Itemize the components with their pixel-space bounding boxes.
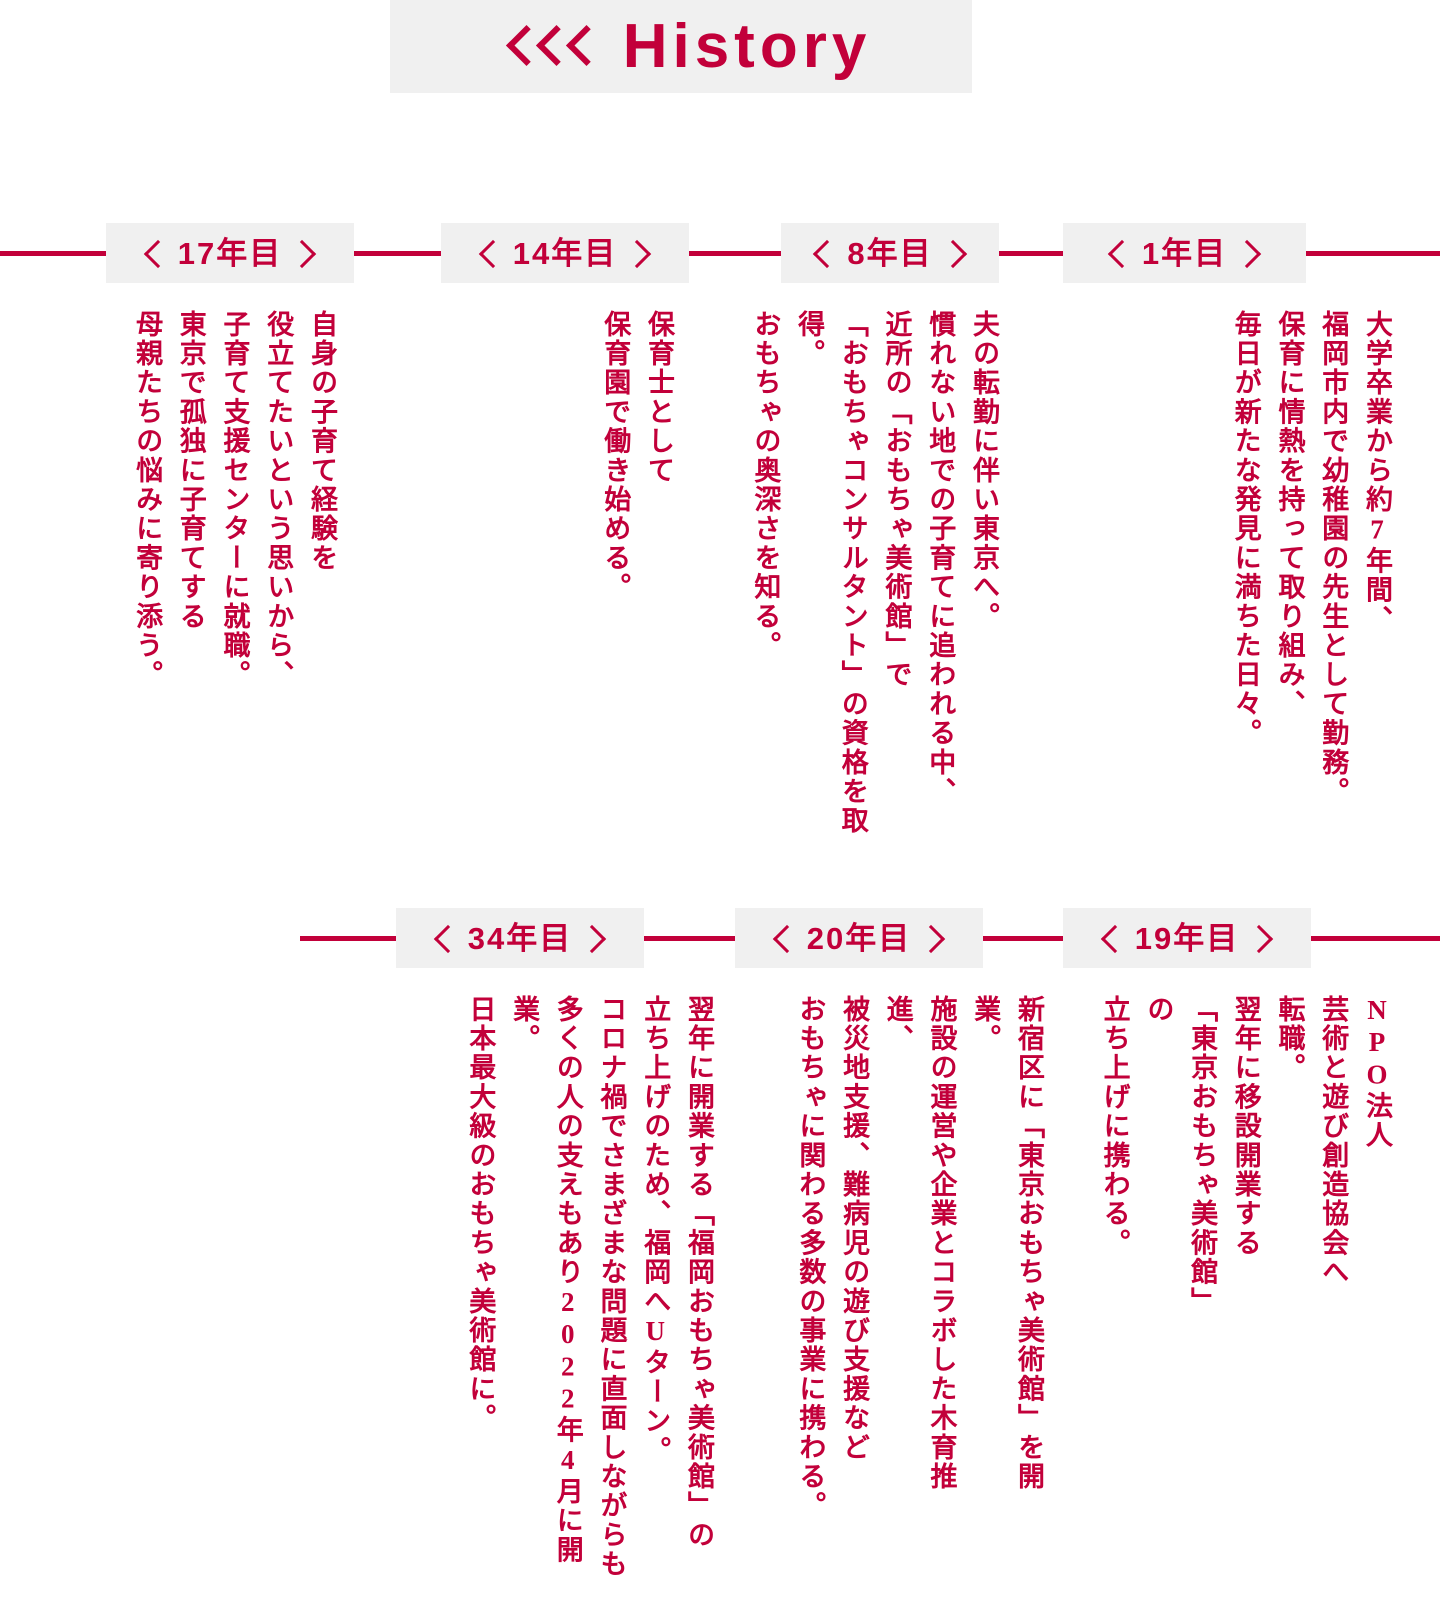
year-badge-8[interactable]: 8年目: [781, 223, 999, 283]
chevron-left-icon: [505, 24, 533, 70]
chevron-right-icon: [300, 240, 314, 266]
year-badge-label: 17年目: [177, 235, 283, 271]
year-badge-label: 34年目: [467, 920, 573, 956]
year-badge-label: 8年目: [847, 235, 933, 271]
chevron-left-icon: [1103, 925, 1117, 951]
chevron-left-icon: [565, 24, 593, 70]
chevron-left-icon: [436, 925, 450, 951]
history-timeline-page: History 1年目 8年目 14年目 17年目 大学卒業から約7年間、 福岡…: [0, 0, 1440, 1615]
chevron-right-icon: [951, 240, 965, 266]
year-badge-1[interactable]: 1年目: [1063, 223, 1306, 283]
year-badge-17[interactable]: 17年目: [106, 223, 354, 283]
page-title: History: [622, 11, 872, 81]
timeline-entry-body-14: 保育士として 保育園で働き始める。: [600, 310, 674, 602]
timeline-entry-body-8: 夫の転勤に伴い東京へ。 慣れない地での子育てに追われる中、 近所の「おもちゃ美術…: [750, 310, 999, 836]
chevron-right-icon: [1257, 925, 1271, 951]
year-badge-20[interactable]: 20年目: [735, 908, 983, 968]
timeline-entry-body-34: 翌年に開業する「福岡おもちゃ美術館」の 立ち上げのため、福岡へUターン。 コロナ…: [465, 995, 714, 1579]
year-badge-label: 19年目: [1134, 920, 1240, 956]
timeline-entry-body-19: NPO法人 芸術と遊び創造協会へ転職。 翌年に移設開業する 「東京おもちゃ美術館…: [1099, 995, 1392, 1303]
year-badge-label: 14年目: [512, 235, 618, 271]
year-badge-label: 1年目: [1141, 235, 1228, 271]
year-badge-34[interactable]: 34年目: [396, 908, 644, 968]
timeline-entry-body-20: 新宿区に「東京おもちゃ美術館」を開業。 施設の運営や企業とコラボした木育推進、 …: [795, 995, 1044, 1521]
timeline-entry-body-1: 大学卒業から約7年間、 福岡市内で幼稚園の先生として勤務。 保育に情熱を持って取…: [1230, 310, 1392, 807]
year-badge-19[interactable]: 19年目: [1063, 908, 1311, 968]
chevron-right-icon: [1245, 240, 1259, 266]
chevron-right-icon: [635, 240, 649, 266]
chevron-left-icon: [535, 24, 563, 70]
year-badge-14[interactable]: 14年目: [441, 223, 689, 283]
year-badge-label: 20年目: [806, 920, 912, 956]
triple-chevron-left-icon: [505, 24, 593, 70]
chevron-right-icon: [590, 925, 604, 951]
chevron-left-icon: [815, 240, 829, 266]
chevron-left-icon: [146, 240, 160, 266]
page-header: History: [390, 0, 972, 93]
chevron-left-icon: [775, 925, 789, 951]
timeline-entry-body-17: 自身の子育て経験を 役立てたいという思いから、 子育て支援センターに就職。 東京…: [132, 310, 337, 690]
chevron-left-icon: [481, 240, 495, 266]
chevron-left-icon: [1110, 240, 1124, 266]
chevron-right-icon: [929, 925, 943, 951]
